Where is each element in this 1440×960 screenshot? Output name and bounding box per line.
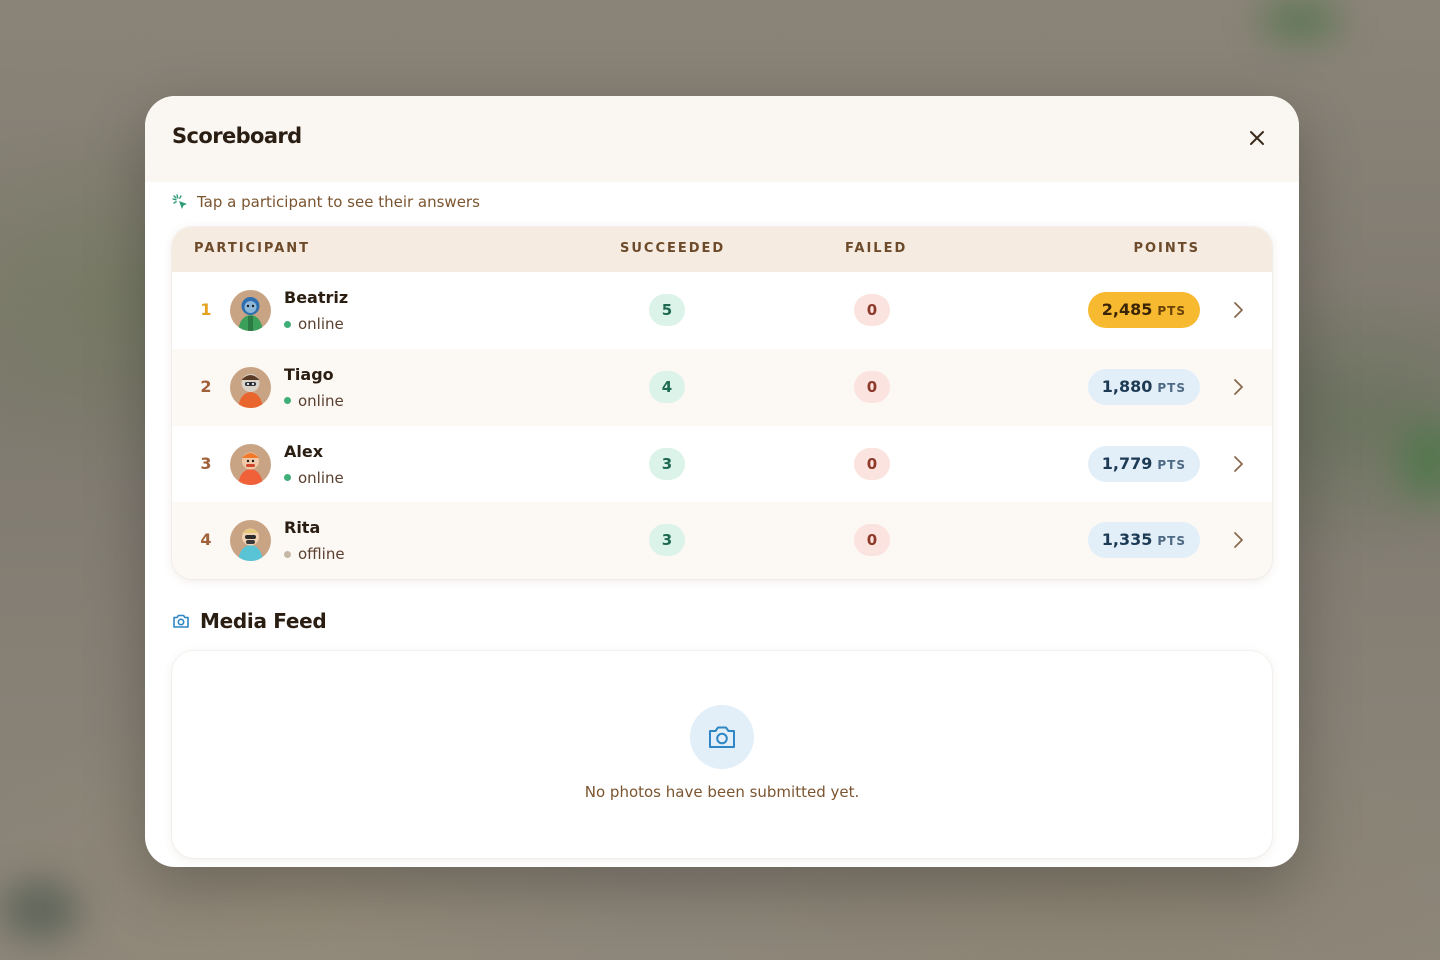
participant-status: online <box>284 469 344 487</box>
participant-name: Beatriz <box>284 288 349 307</box>
status-label: online <box>298 315 344 333</box>
points-badge: 1,880 PTS <box>1087 368 1200 405</box>
succeeded-count: 3 <box>649 524 685 557</box>
points-value: 1,335 <box>1101 530 1153 550</box>
header-participant: PARTICIPANT <box>194 241 311 256</box>
chevron-right-icon[interactable] <box>1232 455 1244 473</box>
table-header: PARTICIPANT SUCCEEDED FAILED POINTS <box>172 227 1272 272</box>
status-label: online <box>298 468 344 487</box>
points-unit: PTS <box>1157 380 1186 395</box>
participant-row[interactable]: 3 Alex online 3 0 1,779 PTS <box>172 426 1272 503</box>
succeeded-count: 5 <box>649 294 685 326</box>
participant-name: Rita <box>284 518 321 538</box>
online-dot-icon <box>284 474 291 481</box>
media-feed-panel: No photos have been submitted yet. <box>172 651 1272 858</box>
background-blur <box>1260 0 1340 40</box>
succeeded-count: 3 <box>649 447 685 480</box>
media-feed-title: Media Feed <box>200 609 327 633</box>
camera-icon <box>709 726 735 748</box>
points-unit: PTS <box>1157 534 1186 549</box>
succeeded-count: 4 <box>649 370 685 403</box>
points-unit: PTS <box>1157 457 1186 472</box>
failed-count: 0 <box>854 370 890 403</box>
hint: Tap a participant to see their answers <box>172 192 480 212</box>
participant-status: online <box>284 315 344 333</box>
close-icon <box>1250 131 1264 145</box>
failed-count: 0 <box>854 524 890 557</box>
rank: 2 <box>200 376 212 396</box>
chevron-right-icon[interactable] <box>1232 378 1244 396</box>
participant-name: Tiago <box>284 364 334 384</box>
points-value: 2,485 <box>1101 300 1153 319</box>
empty-state-badge <box>690 705 754 769</box>
empty-state-text: No photos have been submitted yet. <box>584 783 860 801</box>
participant-status: online <box>284 392 344 410</box>
failed-count: 0 <box>854 447 890 480</box>
participant-row[interactable]: 2 Tiago online 4 0 1,880 PTS <box>172 348 1272 426</box>
points-badge: 1,779 PTS <box>1087 445 1200 482</box>
scoreboard-modal: Scoreboard Tap a participant to see thei… <box>145 96 1299 867</box>
points-value: 1,779 <box>1101 453 1153 473</box>
avatar <box>230 520 271 562</box>
camera-icon <box>173 614 189 628</box>
participant-name: Alex <box>284 441 324 461</box>
participant-row[interactable]: 4 Rita offline 3 0 1,335 PTS <box>172 502 1272 579</box>
rank: 4 <box>200 530 212 550</box>
modal-header: Scoreboard <box>145 96 1299 182</box>
header-succeeded: SUCCEEDED <box>620 241 726 256</box>
close-button[interactable] <box>1245 126 1269 150</box>
header-points: POINTS <box>1133 241 1200 256</box>
chevron-right-icon[interactable] <box>1232 531 1244 549</box>
avatar <box>230 366 271 408</box>
status-label: offline <box>298 545 345 564</box>
media-feed-heading: Media Feed <box>172 608 327 634</box>
tap-sparkle-icon <box>172 193 189 211</box>
rank: 1 <box>200 300 212 319</box>
failed-count: 0 <box>854 294 890 326</box>
background-blur <box>0 880 80 940</box>
rank: 3 <box>200 453 212 473</box>
status-label: online <box>298 391 344 410</box>
points-badge: 1,335 PTS <box>1087 522 1200 559</box>
online-dot-icon <box>284 397 291 405</box>
chevron-right-icon[interactable] <box>1232 301 1244 319</box>
scoreboard-table: PARTICIPANT SUCCEEDED FAILED POINTS 1 Be… <box>172 227 1272 579</box>
offline-dot-icon <box>284 550 291 558</box>
participant-row[interactable]: 1 Beatriz online 5 0 2,485 PTS <box>172 272 1272 349</box>
modal-title: Scoreboard <box>172 124 302 148</box>
points-value: 1,880 <box>1101 376 1153 396</box>
points-badge: 2,485 PTS <box>1087 292 1200 328</box>
header-failed: FAILED <box>845 241 908 256</box>
points-unit: PTS <box>1157 304 1186 318</box>
hint-text: Tap a participant to see their answers <box>197 193 480 211</box>
online-dot-icon <box>284 320 291 328</box>
participant-status: offline <box>284 545 345 563</box>
avatar <box>230 290 271 331</box>
avatar <box>230 443 271 485</box>
background-blur <box>1400 420 1440 500</box>
